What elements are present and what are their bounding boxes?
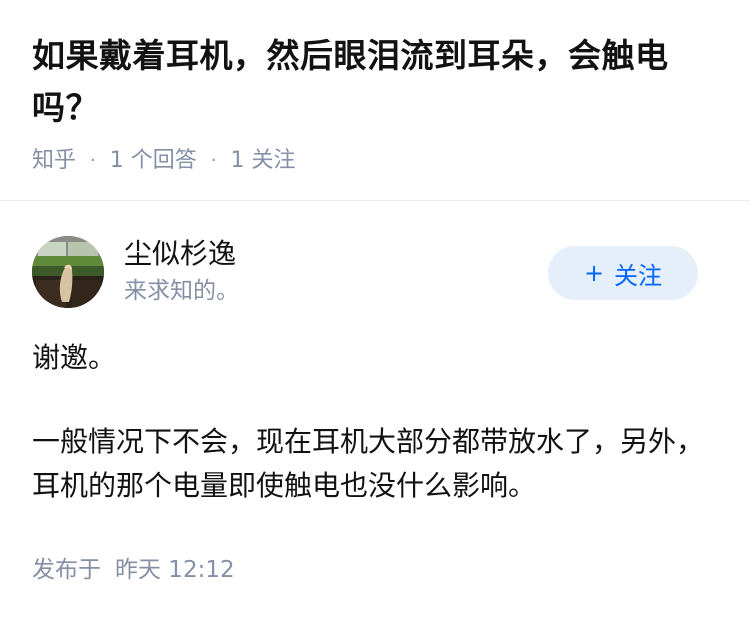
answers-count[interactable]: 1 个回答 xyxy=(110,146,197,176)
source-label[interactable]: 知乎 xyxy=(32,146,76,176)
author-name[interactable]: 尘似杉逸 xyxy=(124,236,236,272)
question-title[interactable]: 如果戴着耳机，然后眼泪流到耳朵，会触电吗？ xyxy=(32,30,722,134)
follow-button-label: 关注 xyxy=(614,261,663,290)
published-time: 昨天 12:12 xyxy=(115,557,235,583)
avatar-image xyxy=(32,236,104,308)
meta-separator: · xyxy=(90,150,96,171)
section-divider xyxy=(0,200,750,201)
author-card: 尘似杉逸 来求知的。 + 关注 xyxy=(32,236,718,308)
follow-button[interactable]: + 关注 xyxy=(548,246,698,300)
question-header: 如果戴着耳机，然后眼泪流到耳朵，会触电吗？ 知乎 · 1 个回答 · 1 关注 xyxy=(32,30,722,176)
avatar[interactable] xyxy=(32,236,104,308)
answer-paragraph: 一般情况下不会，现在耳机大部分都带放水了，另外，耳机的那个电量即使触电也没什么影… xyxy=(32,425,705,502)
published-info: 发布于 昨天 12:12 xyxy=(32,554,235,586)
meta-separator: · xyxy=(210,150,217,171)
author-bio: 来求知的。 xyxy=(124,278,239,304)
answer-content: 谢邀。 一般情况下不会，现在耳机大部分都带放水了，另外，耳机的那个电量即使触电也… xyxy=(32,336,722,508)
answer-paragraph: 谢邀。 xyxy=(32,341,117,374)
published-label: 发布于 xyxy=(32,557,101,583)
question-meta: 知乎 · 1 个回答 · 1 关注 xyxy=(32,146,722,176)
followers-count[interactable]: 1 关注 xyxy=(230,146,295,176)
plus-icon: + xyxy=(583,259,605,287)
